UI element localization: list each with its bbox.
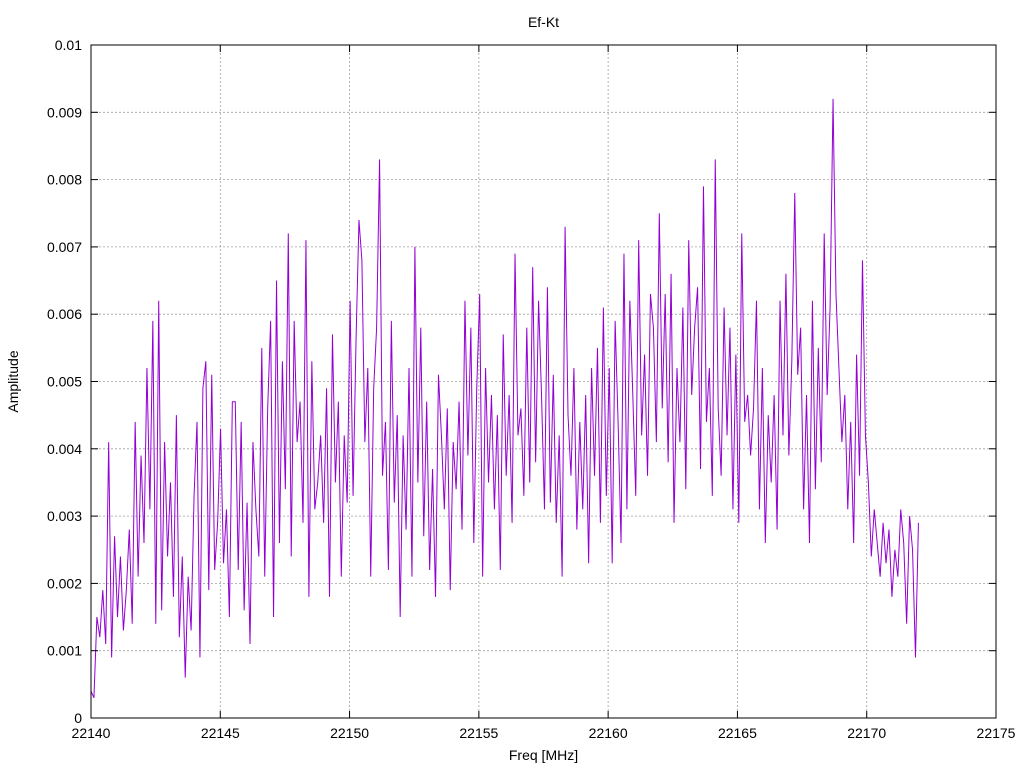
- chart-title: Ef-Kt: [528, 14, 559, 30]
- y-tick-label: 0.008: [47, 172, 82, 188]
- y-tick-label: 0.007: [47, 239, 82, 255]
- x-tick-label: 22170: [847, 725, 886, 741]
- chart: 22140 22145 22150 22155 22160 22165 22170 22175…: [0, 0, 1024, 768]
- x-tick-label: 22150: [330, 725, 369, 741]
- y-tick-label: 0.01: [55, 37, 82, 53]
- x-tick-label: 22160: [589, 725, 628, 741]
- y-tick-label: 0: [74, 710, 82, 726]
- y-tick-label: 0.001: [47, 643, 82, 659]
- x-tick-label: 22145: [201, 725, 240, 741]
- y-tick-label: 0.005: [47, 374, 82, 390]
- x-tick-label: 22140: [72, 725, 111, 741]
- y-tick-label: 0.006: [47, 306, 82, 322]
- y-tick-label: 0.003: [47, 508, 82, 524]
- x-tick-label: 22155: [459, 725, 498, 741]
- x-tick-label: 22175: [977, 725, 1016, 741]
- y-tick-label: 0.002: [47, 575, 82, 591]
- y-tick-label: 0.009: [47, 104, 82, 120]
- y-axis-label: Amplitude: [5, 350, 21, 412]
- x-axis-label: Freq [MHz]: [509, 747, 578, 763]
- y-tick-label: 0.004: [47, 441, 82, 457]
- x-tick-label: 22165: [718, 725, 757, 741]
